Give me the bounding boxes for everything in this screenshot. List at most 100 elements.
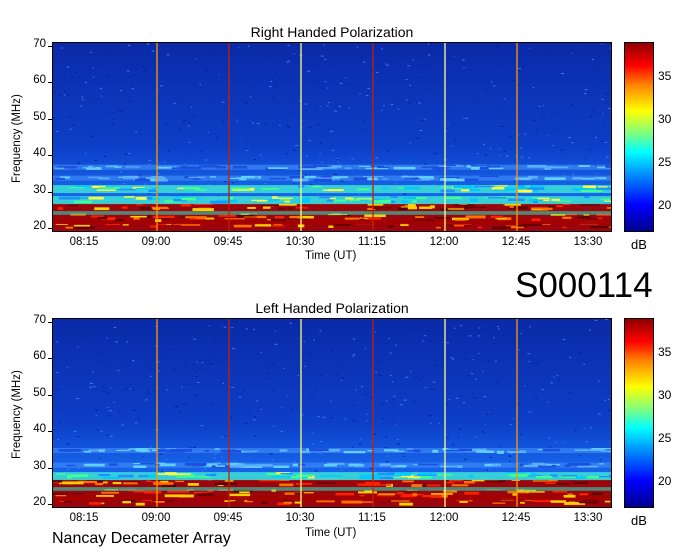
panel2-band-streak bbox=[419, 472, 436, 476]
panel2-speckle bbox=[385, 461, 389, 463]
panel1-speckle bbox=[416, 56, 419, 58]
panel1-speckle bbox=[503, 150, 506, 152]
panel1-speckle bbox=[205, 70, 209, 72]
panel1-speckle bbox=[512, 80, 516, 81]
panel2-speckle bbox=[553, 376, 555, 378]
panel1-speckle bbox=[532, 119, 536, 121]
panel1-speckle bbox=[305, 155, 308, 157]
panel1-speckle bbox=[251, 122, 255, 124]
panel1-speckle bbox=[275, 72, 277, 74]
panel1-band-streak bbox=[393, 166, 416, 170]
panel1-speckle bbox=[144, 69, 147, 71]
panel1-speckle bbox=[116, 92, 118, 94]
panel1-speckle bbox=[561, 73, 565, 74]
panel1-speckle bbox=[353, 85, 356, 87]
panel1-speckle bbox=[148, 160, 152, 162]
panel1-speckle bbox=[358, 193, 361, 195]
panel1-speckle bbox=[315, 110, 318, 111]
panel1-speckle bbox=[420, 120, 424, 122]
panel1-speckle bbox=[191, 157, 193, 159]
panel1-band-streak bbox=[494, 189, 499, 192]
panel2-speckle bbox=[331, 332, 333, 334]
panel2-speckle bbox=[201, 362, 204, 364]
panel1-speckle bbox=[378, 65, 381, 67]
panel1-speckle bbox=[520, 147, 523, 149]
panel1-band-streak bbox=[357, 198, 373, 200]
panel1-band-streak bbox=[413, 219, 435, 221]
panel2-speckle bbox=[150, 367, 152, 369]
panel2-band-streak bbox=[563, 495, 576, 498]
panel2-speckle bbox=[512, 418, 515, 420]
panel1-speckle bbox=[264, 183, 268, 185]
panel1-speckle bbox=[218, 74, 220, 76]
panel1-band-streak bbox=[150, 225, 157, 228]
panel2-speckle bbox=[475, 436, 477, 438]
panel1-xtick-label: 09:45 bbox=[213, 236, 243, 248]
panel1-speckle bbox=[310, 184, 313, 186]
panel1-speckle bbox=[403, 193, 407, 195]
panel2-speckle bbox=[73, 430, 77, 432]
panel2-speckle bbox=[604, 399, 607, 401]
panel1-speckle bbox=[287, 44, 290, 46]
panel1-speckle bbox=[72, 124, 75, 126]
panel1-speckle bbox=[85, 152, 87, 154]
panel1-speckle bbox=[85, 73, 87, 75]
panel2-speckle bbox=[104, 363, 106, 365]
panel1-speckle bbox=[597, 55, 601, 57]
panel1-speckle bbox=[191, 116, 194, 118]
panel1-speckle bbox=[127, 70, 130, 72]
panel2-speckle bbox=[201, 470, 204, 472]
panel2-speckle bbox=[361, 386, 364, 388]
panel1-xtick-label: 08:15 bbox=[69, 236, 99, 248]
panel1-speckle bbox=[66, 66, 70, 68]
panel1-band-streak bbox=[145, 177, 166, 179]
panel1-band-streak bbox=[54, 167, 65, 170]
panel2-speckle bbox=[77, 346, 79, 348]
panel1-speckle bbox=[312, 66, 315, 68]
panel2-speckle bbox=[330, 400, 332, 402]
panel2-speckle bbox=[272, 326, 276, 328]
panel1-band-streak bbox=[322, 189, 332, 191]
panel2-speckle bbox=[464, 458, 467, 460]
panel1-speckle bbox=[321, 161, 323, 163]
panel2-speckle bbox=[245, 328, 248, 330]
panel2-speckle bbox=[574, 430, 577, 432]
panel2-band-streak bbox=[316, 500, 335, 503]
panel2-speckle bbox=[271, 459, 275, 461]
panel1-speckle bbox=[572, 50, 575, 52]
panel1-speckle bbox=[498, 148, 500, 150]
panel1-speckle bbox=[562, 157, 564, 159]
panel2-band-streak bbox=[486, 450, 495, 453]
panel2-speckle bbox=[100, 360, 104, 362]
panel1-band-streak bbox=[344, 217, 360, 220]
panel1-speckle bbox=[476, 95, 479, 97]
panel1-band-streak bbox=[469, 198, 478, 202]
panel1-speckle bbox=[493, 85, 496, 87]
panel2-colorbar-tick: 35 bbox=[658, 344, 672, 359]
panel1-band-streak bbox=[94, 207, 110, 211]
panel1-speckle bbox=[407, 78, 410, 80]
panel1-band-streak bbox=[583, 185, 596, 188]
panel2-band-streak bbox=[523, 464, 539, 467]
panel2-speckle bbox=[253, 328, 255, 330]
panel2-speckle bbox=[221, 456, 223, 458]
panel2-speckle bbox=[56, 341, 59, 343]
panel1-band-streak bbox=[606, 207, 611, 209]
panel2-speckle bbox=[373, 469, 377, 471]
panel1-band-streak bbox=[224, 218, 245, 220]
panel1-speckle bbox=[407, 103, 411, 105]
panel1-speckle bbox=[419, 44, 421, 46]
panel2-speckle bbox=[495, 381, 499, 383]
panel2-band-streak bbox=[512, 493, 517, 496]
panel2-band-streak bbox=[315, 482, 336, 484]
panel1-speckle bbox=[597, 93, 599, 94]
panel2-speckle bbox=[213, 334, 216, 336]
panel1-band-streak bbox=[556, 205, 564, 208]
panel2-speckle bbox=[594, 319, 598, 321]
panel1-speckle bbox=[168, 150, 170, 152]
panel2-speckle bbox=[486, 469, 489, 471]
panel2-speckle bbox=[451, 358, 455, 360]
panel1-band-streak bbox=[605, 164, 611, 168]
panel2-speckle bbox=[154, 390, 156, 392]
panel2-speckle bbox=[245, 422, 248, 424]
